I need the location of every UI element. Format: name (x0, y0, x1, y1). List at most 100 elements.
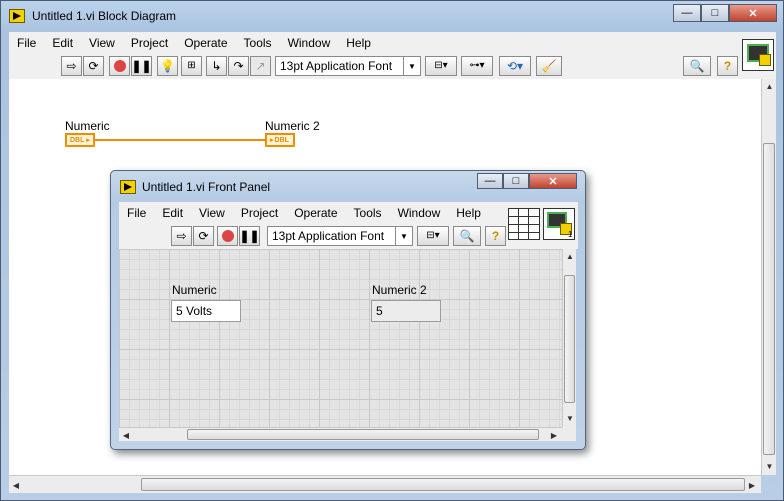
vertical-scrollbar[interactable]: ▲ ▼ (562, 249, 576, 427)
scrollbar-thumb[interactable] (141, 478, 745, 491)
menu-project[interactable]: Project (233, 206, 286, 220)
menu-tools[interactable]: Tools (236, 36, 280, 50)
connector-number: 1 (568, 230, 573, 239)
menu-view[interactable]: View (191, 206, 233, 220)
menu-tools[interactable]: Tools (346, 206, 390, 220)
search-icon: 🔍 (689, 59, 705, 73)
clean-up-icon: 🧹 (541, 59, 557, 73)
step-out-button[interactable]: ↗ (250, 56, 271, 76)
maximize-button[interactable]: □ (701, 4, 729, 22)
window-title: Untitled 1.vi Front Panel (142, 180, 271, 194)
scroll-left-arrow-icon[interactable]: ◀ (9, 478, 23, 492)
scrollbar-thumb[interactable] (187, 429, 539, 440)
close-button[interactable]: ✕ (529, 173, 577, 189)
menu-project[interactable]: Project (123, 36, 176, 50)
pause-icon: ❚❚ (239, 229, 260, 243)
retain-wire-icon: ⊞ (187, 60, 196, 71)
terminal-label-numeric: Numeric (65, 119, 110, 133)
reorder-button[interactable]: ⟲▾ (499, 56, 531, 76)
retain-wire-values-button[interactable]: ⊞ (181, 56, 202, 76)
context-help-button[interactable]: ? (485, 226, 506, 246)
pause-button[interactable]: ❚❚ (239, 226, 260, 246)
font-selector[interactable]: 13pt Application Font ▼ (267, 226, 413, 246)
window-title: Untitled 1.vi Block Diagram (32, 9, 177, 23)
align-objects-button[interactable]: ⊟▾ (417, 226, 449, 246)
connector-pane[interactable] (508, 208, 540, 240)
front-panel-canvas[interactable] (119, 249, 562, 427)
run-arrow-icon: ⇨ (176, 229, 187, 243)
scroll-up-arrow-icon[interactable]: ▲ (563, 249, 577, 263)
align-icon: ⊟▾ (426, 230, 440, 241)
scroll-right-arrow-icon[interactable]: ▶ (745, 478, 759, 492)
close-icon: ✕ (548, 175, 558, 188)
connector-grid-icon (509, 209, 539, 239)
scroll-down-arrow-icon[interactable]: ▼ (563, 411, 577, 425)
terminal-label-numeric-2: Numeric 2 (265, 119, 320, 133)
wire[interactable] (95, 139, 265, 141)
clean-up-diagram-button[interactable]: 🧹 (536, 56, 562, 76)
run-continuously-icon: ⟳ (198, 229, 209, 243)
menu-operate[interactable]: Operate (176, 36, 235, 50)
scroll-right-arrow-icon[interactable]: ▶ (547, 428, 561, 442)
minimize-button[interactable]: — (477, 173, 503, 189)
search-icon: 🔍 (459, 229, 475, 243)
numeric-2-terminal[interactable]: ▸ DBL (265, 133, 295, 147)
maximize-button[interactable]: □ (503, 173, 529, 189)
horizontal-scrollbar[interactable]: ◀ ▶ (119, 427, 562, 441)
dropdown-arrow-icon: ▼ (395, 227, 412, 245)
help-icon: ? (491, 229, 500, 243)
step-over-button[interactable]: ↷ (228, 56, 249, 76)
numeric-terminal[interactable]: DBL ▸ (65, 133, 95, 147)
scrollbar-thumb[interactable] (763, 143, 775, 455)
vi-icon-pane[interactable] (742, 39, 774, 71)
highlight-execution-button[interactable]: 💡 (157, 56, 178, 76)
menu-edit[interactable]: Edit (44, 36, 81, 50)
context-help-button[interactable]: ? (717, 56, 738, 76)
minimize-button[interactable]: — (673, 4, 701, 22)
align-objects-button[interactable]: ⊟▾ (425, 56, 457, 76)
vi-icon-pane[interactable]: 1 (543, 208, 575, 240)
distribute-objects-button[interactable]: ⊶▾ (461, 56, 493, 76)
minimize-icon: — (681, 7, 693, 19)
step-into-button[interactable]: ↳ (206, 56, 227, 76)
menu-help[interactable]: Help (448, 206, 489, 220)
run-continuously-button[interactable]: ⟳ (83, 56, 104, 76)
distribute-icon: ⊶▾ (469, 60, 485, 71)
run-continuously-button[interactable]: ⟳ (193, 226, 214, 246)
labview-vi-icon (9, 9, 25, 23)
menu-edit[interactable]: Edit (154, 206, 191, 220)
run-button[interactable]: ⇨ (171, 226, 192, 246)
menu-window[interactable]: Window (390, 206, 449, 220)
menu-file[interactable]: File (119, 206, 154, 220)
minimize-icon: — (484, 175, 496, 187)
menu-help[interactable]: Help (338, 36, 379, 50)
menu-bar: File Edit View Project Operate Tools Win… (9, 32, 776, 53)
abort-button[interactable] (217, 226, 238, 246)
menu-view[interactable]: View (81, 36, 123, 50)
step-over-icon: ↷ (233, 59, 244, 73)
vertical-scrollbar[interactable]: ▲ ▼ (761, 79, 776, 475)
search-button[interactable]: 🔍 (453, 226, 481, 246)
abort-button[interactable] (109, 56, 130, 76)
menu-window[interactable]: Window (280, 36, 339, 50)
menu-file[interactable]: File (9, 36, 44, 50)
menu-operate[interactable]: Operate (286, 206, 345, 220)
numeric-2-indicator-label: Numeric 2 (372, 283, 427, 297)
align-icon: ⊟▾ (434, 60, 448, 71)
numeric-2-indicator: 5 (371, 300, 441, 322)
labview-icon (759, 54, 771, 66)
numeric-control[interactable]: 5 Volts (171, 300, 241, 322)
scroll-up-arrow-icon[interactable]: ▲ (762, 79, 777, 93)
stop-icon (221, 230, 234, 242)
search-button[interactable]: 🔍 (683, 56, 711, 76)
run-arrow-icon: ⇨ (66, 59, 77, 73)
reorder-icon: ⟲▾ (506, 59, 524, 73)
scroll-down-arrow-icon[interactable]: ▼ (762, 459, 777, 473)
scrollbar-thumb[interactable] (564, 275, 575, 403)
run-button[interactable]: ⇨ (61, 56, 82, 76)
font-selector[interactable]: 13pt Application Font ▼ (275, 56, 421, 76)
horizontal-scrollbar[interactable]: ◀ ▶ (9, 475, 761, 493)
pause-button[interactable]: ❚❚ (131, 56, 152, 76)
close-button[interactable]: ✕ (729, 4, 777, 22)
scroll-left-arrow-icon[interactable]: ◀ (119, 428, 133, 442)
